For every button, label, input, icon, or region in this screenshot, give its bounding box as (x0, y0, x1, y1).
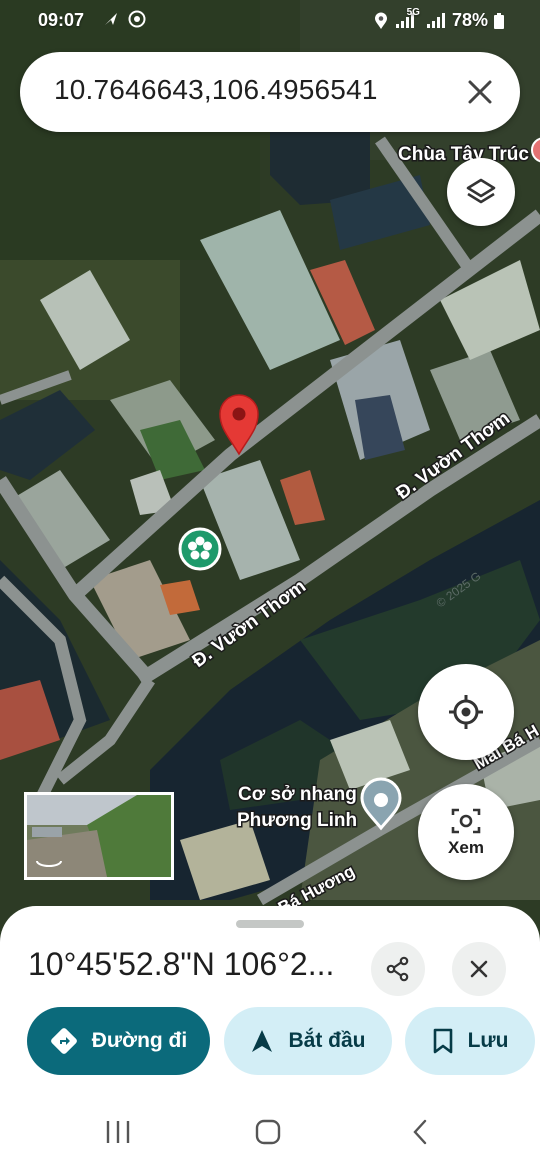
close-icon (470, 960, 488, 978)
navigation-arrow-icon (105, 13, 117, 25)
layers-button[interactable] (447, 158, 515, 226)
save-label: Lưu (467, 1029, 509, 1052)
camera-scan-icon (451, 808, 481, 834)
navigation-icon (252, 1030, 273, 1052)
battery-percent: 78% (451, 10, 488, 30)
home-icon (255, 1119, 281, 1145)
search-query[interactable]: 10.7646643,106.4956541 (54, 74, 378, 106)
back-button[interactable] (400, 1114, 440, 1150)
my-location-button[interactable] (418, 664, 514, 760)
close-sheet-button[interactable] (452, 942, 506, 996)
street-view-thumbnail[interactable] (24, 792, 174, 880)
back-icon (413, 1119, 427, 1145)
share-icon (386, 956, 409, 982)
status-left-icons (102, 10, 146, 28)
home-button[interactable] (248, 1114, 288, 1150)
save-button[interactable]: Lưu (405, 1007, 535, 1075)
place-bottom-sheet[interactable]: 10°45'52.8"N 106°2... Đường đi Bắt đầu L… (0, 906, 540, 1170)
street-view-photo (27, 795, 171, 877)
share-button[interactable] (371, 942, 425, 996)
location-icon (374, 12, 387, 29)
view-button[interactable]: Xem (418, 784, 514, 880)
signal-icon-2 (426, 12, 445, 28)
directions-icon (50, 1028, 77, 1054)
battery-icon (494, 12, 504, 29)
poi-label-incense-line1[interactable]: Cơ sở nhang (237, 783, 359, 807)
status-right-group: 5G 78% (373, 7, 504, 31)
sheet-drag-handle[interactable] (236, 920, 304, 928)
network-type: 5G (406, 7, 420, 18)
status-bar: 09:07 5G 78% (0, 0, 540, 44)
search-box[interactable]: 10.7646643,106.4956541 (20, 52, 520, 132)
poi-label-incense-line2[interactable]: Phương Linh (236, 809, 359, 833)
status-time: 09:07 (38, 10, 85, 30)
my-location-icon (449, 695, 483, 729)
recents-icon (106, 1121, 130, 1143)
close-icon[interactable] (462, 74, 498, 110)
view-label: Xem (448, 838, 484, 857)
bookmark-icon (433, 1028, 452, 1054)
system-nav-bar (0, 1094, 540, 1170)
chrome-icon (128, 10, 146, 28)
flower-shop-marker-icon[interactable] (178, 527, 222, 571)
place-title: 10°45'52.8"N 106°2... (28, 946, 335, 982)
start-label: Bắt đầu (288, 1029, 366, 1052)
layers-icon (466, 178, 496, 204)
recents-button[interactable] (98, 1114, 138, 1150)
directions-label: Đường đi (91, 1029, 188, 1052)
directions-button[interactable]: Đường đi (27, 1007, 210, 1075)
start-button[interactable]: Bắt đầu (224, 1007, 392, 1075)
